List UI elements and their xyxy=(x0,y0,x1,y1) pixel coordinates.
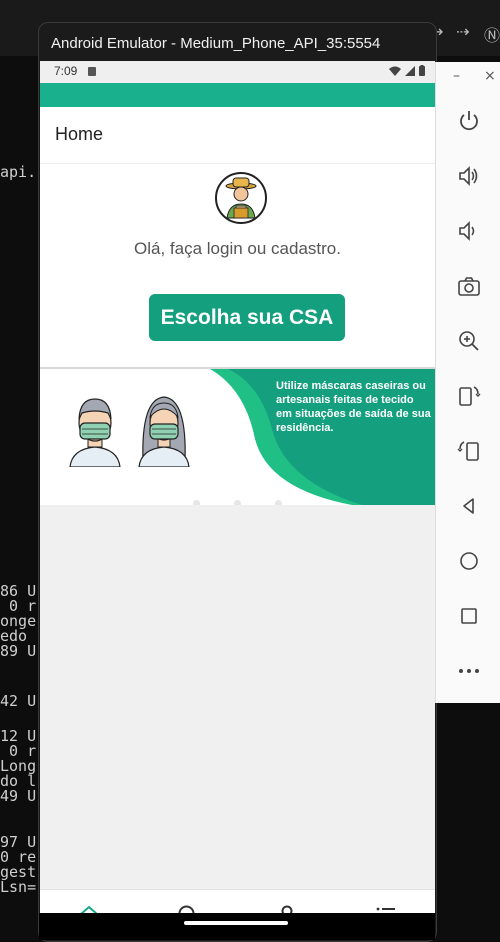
rotate-left-icon xyxy=(459,386,481,406)
power-icon xyxy=(460,111,478,131)
woman-with-mask-icon xyxy=(138,396,190,467)
overview-icon xyxy=(461,608,477,624)
battery-icon xyxy=(419,65,425,76)
emulator-title: Android Emulator - Medium_Phone_API_35:5… xyxy=(51,35,381,52)
back-icon xyxy=(463,498,474,514)
emulator-window: Android Emulator - Medium_Phone_API_35:5… xyxy=(38,22,437,942)
screenshot-button[interactable] xyxy=(456,273,482,299)
signal-icon xyxy=(405,65,415,76)
minimize-icon[interactable]: – xyxy=(453,68,460,84)
status-bar: 7:09 xyxy=(40,61,435,83)
more-button[interactable] xyxy=(456,658,482,684)
terminal-line: 89 U xyxy=(0,642,37,660)
back-button[interactable] xyxy=(456,493,482,519)
status-time: 7:09 xyxy=(54,64,78,78)
camera-icon xyxy=(458,277,480,296)
man-with-mask-icon xyxy=(69,398,121,467)
circle-n-icon: Ⓝ xyxy=(484,26,500,45)
banner-message: Utilize máscaras caseiras ou artesanais … xyxy=(276,380,431,434)
app-top-bar xyxy=(40,83,435,107)
terminal-line: Lsn= xyxy=(0,878,37,896)
farmer-avatar-icon xyxy=(215,172,267,224)
gesture-bar xyxy=(39,913,435,940)
carousel-dots xyxy=(40,500,435,505)
rotate-left-button[interactable] xyxy=(456,383,482,409)
emulator-side-toolbar: – × xyxy=(435,62,500,703)
terminal-line: 42 U xyxy=(0,692,37,710)
terminal-block: 12 U 0 r Long do l 49 U xyxy=(0,729,36,804)
mask-info-banner[interactable]: Utilize máscaras caseiras ou artesanais … xyxy=(40,367,435,505)
terminal-line: api. xyxy=(0,163,37,181)
link-icon: ⇢ xyxy=(456,22,470,41)
sd-card-icon xyxy=(88,67,96,76)
terminal-line: 49 U xyxy=(0,787,37,805)
home-indicator[interactable] xyxy=(184,921,288,925)
terminal-block: 42 U xyxy=(0,694,36,709)
carousel-dot[interactable] xyxy=(234,500,241,505)
wifi-icon xyxy=(389,66,401,76)
app-header: Home xyxy=(40,107,435,164)
terminal-block: 97 U 0 re gest Lsn= xyxy=(0,835,36,895)
home-button[interactable] xyxy=(456,548,482,574)
page-title: Home xyxy=(55,124,104,144)
phone-screen: 7:09 Home Olá, faça login ou cadastro. E… xyxy=(40,61,435,937)
choose-csa-button[interactable]: Escolha sua CSA xyxy=(149,294,345,341)
login-prompt-section: Olá, faça login ou cadastro. Escolha sua… xyxy=(40,164,435,369)
home-circle-icon xyxy=(460,552,478,570)
close-icon[interactable]: × xyxy=(484,68,496,84)
zoom-button[interactable] xyxy=(456,328,482,354)
rotate-right-button[interactable] xyxy=(456,438,482,464)
volume-down-icon xyxy=(459,221,475,241)
carousel-dot[interactable] xyxy=(193,500,200,505)
volume-down-button[interactable] xyxy=(456,218,482,244)
more-icon xyxy=(459,669,479,673)
rotate-right-icon xyxy=(457,441,479,461)
login-greeting[interactable]: Olá, faça login ou cadastro. xyxy=(40,239,435,259)
power-button[interactable] xyxy=(456,108,482,134)
overview-button[interactable] xyxy=(456,603,482,629)
zoom-in-icon xyxy=(459,331,479,351)
carousel-dot[interactable] xyxy=(275,500,282,505)
terminal-block: 86 U 0 r onge edo 89 U xyxy=(0,584,36,659)
volume-up-button[interactable] xyxy=(456,163,482,189)
volume-up-icon xyxy=(459,166,478,186)
terminal-background: api. xyxy=(0,165,36,180)
